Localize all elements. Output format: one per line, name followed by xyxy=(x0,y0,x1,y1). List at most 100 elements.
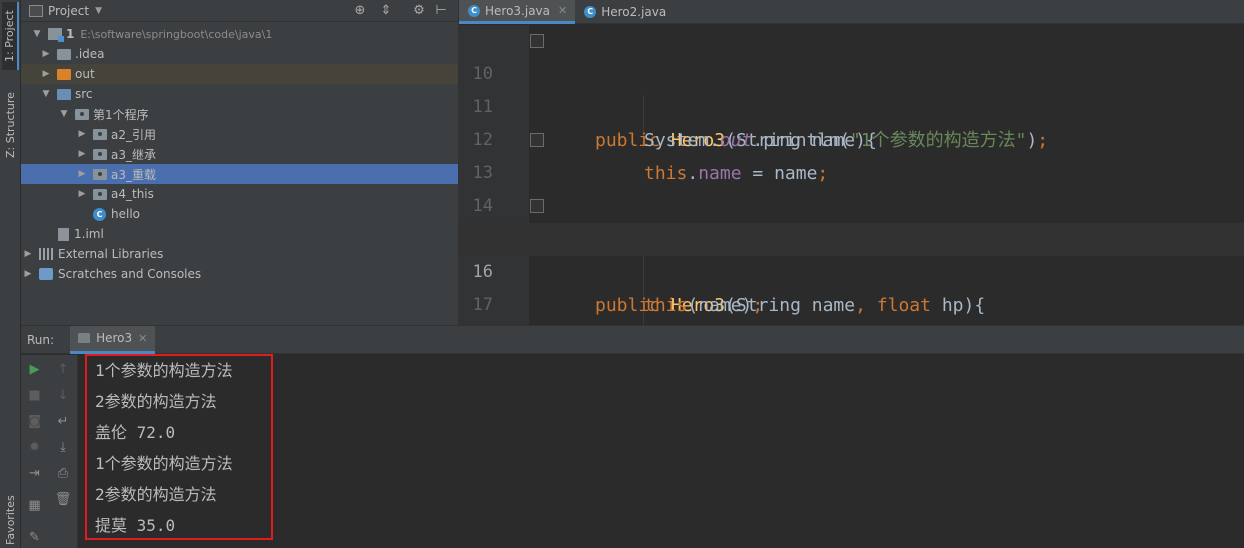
favorites-tool-tab[interactable]: Favorites xyxy=(2,494,19,546)
structure-tool-tab[interactable]: Z: Structure xyxy=(2,90,19,160)
tree-item-package-a3-overload[interactable]: ▶ a3_重载 xyxy=(21,164,458,184)
tree-item-path: E:\software\springboot\code\java\1 xyxy=(80,27,273,41)
close-icon[interactable]: ✕ xyxy=(558,4,567,17)
tree-item-label: Scratches and Consoles xyxy=(58,267,202,281)
tab-label: Hero3.java xyxy=(485,3,551,18)
collapsed-arrow-icon[interactable]: ▶ xyxy=(41,69,51,79)
tab-label: Hero2.java xyxy=(601,5,667,19)
print-icon[interactable]: ⎙ xyxy=(48,463,78,485)
tree-item-label: src xyxy=(75,87,93,101)
tree-item-label: hello xyxy=(111,207,140,221)
tree-item-idea[interactable]: ▶ .idea xyxy=(21,44,458,64)
java-class-icon: C xyxy=(93,207,106,221)
tree-item-iml[interactable]: 1.iml xyxy=(21,224,458,244)
tree-item-scratches[interactable]: ▶ Scratches and Consoles xyxy=(21,264,458,284)
exit-icon[interactable]: ⇥ xyxy=(21,463,48,485)
trash-icon[interactable]: 🗑 xyxy=(48,489,78,511)
project-view-icon xyxy=(29,4,43,17)
tab-hero2-java[interactable]: C Hero2.java xyxy=(575,0,674,24)
tree-item-out[interactable]: ▶ out xyxy=(21,64,458,84)
module-icon xyxy=(48,28,64,42)
fold-marker-icon[interactable] xyxy=(530,34,544,48)
collapsed-arrow-icon[interactable]: ▶ xyxy=(77,149,87,159)
stop-icon[interactable]: ■ xyxy=(21,385,48,407)
expanded-arrow-icon[interactable]: ▼ xyxy=(41,89,51,99)
package-icon xyxy=(93,188,107,200)
chevron-down-icon[interactable]: ▼ xyxy=(95,6,102,16)
soft-wrap-icon[interactable]: ↵ xyxy=(48,411,78,433)
collapsed-arrow-icon[interactable]: ▶ xyxy=(41,49,51,59)
code-line[interactable]: 12 this.name = name; xyxy=(459,91,1244,184)
hide-panel-icon[interactable]: ⊢ xyxy=(433,3,449,19)
tree-item-label: out xyxy=(75,67,95,81)
gear-icon[interactable]: ⚙ xyxy=(411,3,427,19)
package-icon xyxy=(93,128,107,140)
tree-item-label: a3_重载 xyxy=(111,167,156,182)
fold-marker-icon[interactable] xyxy=(530,133,544,147)
tree-item-package-a3-inherit[interactable]: ▶ a3_继承 xyxy=(21,144,458,164)
camera-icon[interactable]: ◙ xyxy=(21,411,48,433)
run-config-icon xyxy=(78,333,91,343)
tree-item-hello[interactable]: C hello xyxy=(21,204,458,224)
code-line[interactable]: 14 xyxy=(459,157,1244,216)
tree-item-label: 第1个程序 xyxy=(93,107,149,122)
code-line[interactable]: 13 } xyxy=(459,124,1244,250)
collapse-all-icon[interactable]: ⇕ xyxy=(378,3,394,19)
tree-item-label: .idea xyxy=(75,47,105,61)
iml-file-icon xyxy=(58,227,69,241)
expanded-arrow-icon[interactable]: ▼ xyxy=(59,109,69,119)
layout-icon[interactable]: ▦ xyxy=(21,495,48,517)
run-header: Run: Hero3 ✕ xyxy=(21,325,1244,354)
debug-icon[interactable]: ✹ xyxy=(21,437,48,459)
tree-item-label: 1 xyxy=(66,27,75,41)
code-line-current[interactable]: 16 this(name); xyxy=(459,223,1244,316)
arrow-up-icon[interactable]: ↑ xyxy=(48,359,78,381)
run-toolbar-secondary: ↑ ↓ ↵ ⤓ ⎙ 🗑 xyxy=(48,355,78,548)
java-class-icon: C xyxy=(468,4,480,17)
tree-item-package-a4[interactable]: ▶ a4_this xyxy=(21,184,458,204)
tree-item-external-libraries[interactable]: ▶ External Libraries xyxy=(21,244,458,264)
scratches-icon xyxy=(39,268,53,280)
expanded-arrow-icon[interactable]: ▼ xyxy=(32,29,42,39)
collapsed-arrow-icon[interactable]: ▶ xyxy=(77,169,87,179)
fold-marker-icon[interactable] xyxy=(530,199,544,213)
locate-icon[interactable]: ⊕ xyxy=(352,3,368,19)
collapsed-arrow-icon[interactable]: ▶ xyxy=(23,249,33,259)
tab-hero3-java[interactable]: C Hero3.java ✕ xyxy=(459,0,576,24)
code-line[interactable]: 15 public Hero3(String name, float hp){ xyxy=(459,190,1244,316)
project-panel-header: Project ▼ ⊕ ⇕ ⚙ ⊢ xyxy=(21,0,458,22)
tree-item-label: a3_继承 xyxy=(111,147,156,162)
tree-item-label: External Libraries xyxy=(58,247,164,261)
tree-item-project-root[interactable]: ▼ 1 E:\software\springboot\code\java\1 xyxy=(21,24,458,44)
package-icon xyxy=(93,148,107,160)
editor-tab-bar: C Hero3.java ✕ C Hero2.java xyxy=(459,0,1244,24)
arrow-down-icon[interactable]: ↓ xyxy=(48,385,78,407)
run-tab-label: Hero3 xyxy=(96,331,133,345)
run-tab-hero3[interactable]: Hero3 ✕ xyxy=(70,325,156,354)
run-tool-window: Run: Hero3 ✕ ▶ ■ ◙ ✹ ⇥ ▦ ✎ ↑ ↓ ↵ ⤓ ⎙ 🗑 1… xyxy=(21,325,1244,548)
scroll-to-end-icon[interactable]: ⤓ xyxy=(48,437,78,459)
code-line[interactable]: 18 this.hp = hp; xyxy=(459,289,1244,382)
collapsed-arrow-icon[interactable]: ▶ xyxy=(77,129,87,139)
console-line: 1个参数的构造方法 xyxy=(95,361,233,380)
tree-item-src[interactable]: ▼ src xyxy=(21,84,458,104)
collapsed-arrow-icon[interactable]: ▶ xyxy=(23,269,33,279)
package-icon xyxy=(75,108,89,120)
rerun-icon[interactable]: ▶ xyxy=(21,359,48,381)
code-line[interactable]: 10 public Hero3(String name){ xyxy=(459,25,1244,151)
console-output[interactable]: 1个参数的构造方法 2参数的构造方法 盖伦 72.0 1个参数的构造方法 2参数… xyxy=(85,354,1235,544)
tree-item-package-first-program[interactable]: ▼ 第1个程序 xyxy=(21,104,458,124)
pin-icon[interactable]: ✎ xyxy=(21,527,48,548)
folder-icon xyxy=(57,48,71,60)
run-label: Run: xyxy=(27,332,55,347)
code-line[interactable]: 17 System.out.println("2参数的构造方法"); xyxy=(459,256,1244,349)
tree-item-package-a2[interactable]: ▶ a2_引用 xyxy=(21,124,458,144)
code-line[interactable]: 11 System.out.println("1个参数的构造方法"); xyxy=(459,58,1244,151)
project-view-selector[interactable]: Project xyxy=(48,4,89,18)
project-tool-tab[interactable]: 1: Project xyxy=(2,2,19,70)
console-line: 1个参数的构造方法 xyxy=(95,454,233,473)
collapsed-arrow-icon[interactable]: ▶ xyxy=(77,189,87,199)
console-line: 2参数的构造方法 xyxy=(95,392,217,411)
tree-item-label: 1.iml xyxy=(74,227,104,241)
close-icon[interactable]: ✕ xyxy=(138,332,147,345)
